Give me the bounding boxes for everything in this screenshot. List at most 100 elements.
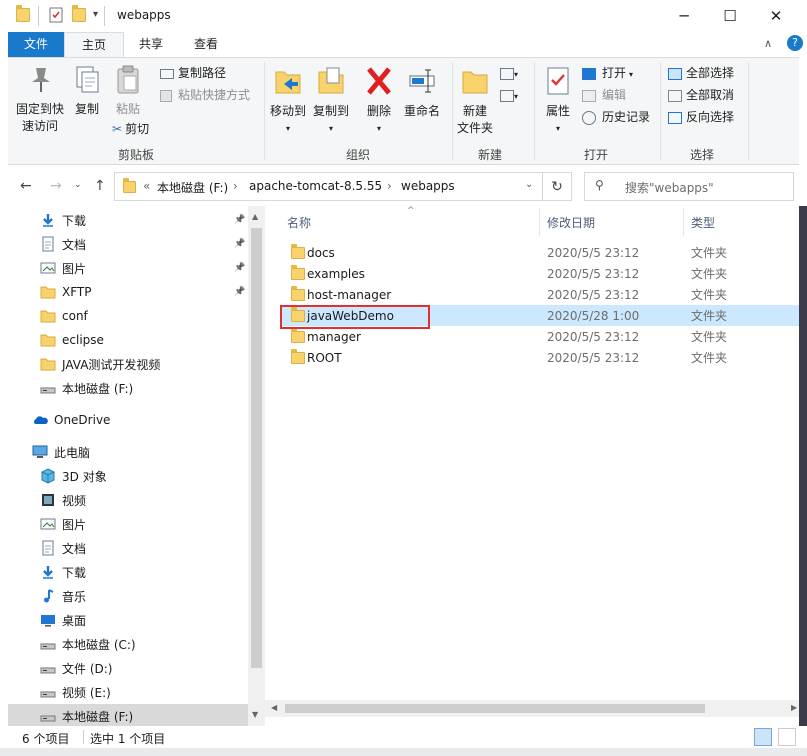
new-folder-quick-icon[interactable] (72, 5, 86, 25)
collapse-ribbon-icon[interactable]: ∧ (764, 37, 772, 50)
chevron-down-icon: ▾ (629, 70, 634, 79)
column-header-type[interactable]: 类型 (691, 214, 715, 231)
paste-shortcut-button[interactable]: 粘贴快捷方式 (160, 84, 250, 106)
nav-pc-item-1[interactable]: 视频 (8, 488, 248, 512)
column-header-name[interactable]: 名称 (287, 214, 311, 231)
close-button[interactable]: ✕ (753, 0, 799, 32)
nav-pc-item-2[interactable]: 图片 (8, 512, 248, 536)
easy-access-button[interactable]: ▾ (500, 84, 518, 106)
breadcrumb-overflow[interactable]: « (143, 179, 150, 193)
nav-pc-item-3[interactable]: 文档 (8, 536, 248, 560)
nav-quick-item-6[interactable]: JAVA测试开发视频 (8, 352, 248, 376)
file-type: 文件夹 (691, 267, 728, 281)
select-all-label: 全部选择 (686, 66, 735, 80)
invert-selection-label: 反向选择 (686, 110, 735, 124)
copy-path-button[interactable]: 复制路径 (160, 62, 226, 84)
file-row[interactable]: manager 2020/5/5 23:12 文件夹 (281, 326, 805, 347)
file-date: 2020/5/5 23:12 (547, 245, 640, 260)
invert-selection-button[interactable]: 反向选择 (668, 106, 734, 128)
tab-view[interactable]: 查看 (178, 32, 234, 57)
search-box[interactable]: ⚲ 搜索"webapps" (584, 172, 794, 201)
nav-pc-item-7[interactable]: 本地磁盘 (C:) (8, 632, 248, 656)
pin-icon[interactable]: 📌 (234, 287, 245, 297)
tab-share[interactable]: 共享 (124, 32, 178, 57)
tab-home[interactable]: 主页 (64, 32, 124, 57)
new-folder-button[interactable]: 新建 文件夹 (454, 64, 496, 137)
nav-pc-item-8[interactable]: 文件 (D:) (8, 656, 248, 680)
edit-button[interactable]: 编辑 (582, 84, 626, 106)
file-row[interactable]: docs 2020/5/5 23:12 文件夹 (281, 242, 805, 263)
recent-locations-icon[interactable]: ⌄ (74, 180, 82, 190)
file-row[interactable]: examples 2020/5/5 23:12 文件夹 (281, 263, 805, 284)
help-icon[interactable]: ? (787, 35, 803, 51)
details-view-icon[interactable] (754, 728, 772, 746)
properties-button[interactable]: 属性 ▾ (538, 64, 578, 137)
breadcrumb-webapps[interactable]: webapps (401, 179, 455, 193)
pin-icon[interactable]: 📌 (234, 239, 245, 249)
new-item-button[interactable]: ▾ (500, 62, 518, 84)
scroll-down-icon[interactable]: ▼ (252, 710, 258, 719)
nav-scroll-thumb[interactable] (251, 228, 262, 668)
nav-pc-item-9[interactable]: 视频 (E:) (8, 680, 248, 704)
back-button[interactable]: ← (20, 178, 32, 194)
nav-quick-item-5[interactable]: eclipse (8, 328, 248, 352)
nav-pc-item-10[interactable]: 本地磁盘 (F:) (8, 704, 248, 726)
address-dropdown-icon[interactable]: ⌄ (525, 179, 533, 190)
pin-icon[interactable]: 📌 (234, 263, 245, 273)
address-bar[interactable]: « 本地磁盘 (F:) › apache-tomcat-8.5.55 › web… (114, 172, 543, 201)
scroll-right-icon[interactable]: ▶ (791, 703, 797, 712)
address-row: ← → ⌄ ↑ « 本地磁盘 (F:) › apache-tomcat-8.5.… (8, 166, 807, 206)
cut-button[interactable]: ✂ 剪切 (112, 118, 149, 140)
file-row[interactable]: ROOT 2020/5/5 23:12 文件夹 (281, 347, 805, 368)
pin-icon[interactable]: 📌 (234, 215, 245, 225)
minimize-button[interactable]: ─ (661, 0, 707, 32)
nav-onedrive[interactable]: OneDrive (8, 408, 248, 432)
column-header-date[interactable]: 修改日期 (547, 214, 595, 231)
copy-button[interactable]: 复制 (70, 64, 104, 118)
open-button[interactable]: 打开 ▾ (582, 62, 633, 84)
pin-quick-access-button[interactable]: 固定到快 速访问 (12, 64, 68, 135)
copy-to-button[interactable]: 复制到 ▾ (310, 64, 352, 137)
paste-button[interactable]: 粘贴 (110, 64, 146, 118)
nav-pc-item-6[interactable]: 桌面 (8, 608, 248, 632)
nav-quick-item-1-label: 文档 (62, 237, 87, 252)
file-row[interactable]: host-manager 2020/5/5 23:12 文件夹 (281, 284, 805, 305)
file-list-scrollbar[interactable]: ◀ ▶ (265, 700, 807, 717)
nav-pc-item-0[interactable]: 3D 对象 (8, 464, 248, 488)
refresh-button[interactable]: ↻ (542, 172, 572, 201)
delete-button[interactable]: 删除 ▾ (362, 64, 396, 137)
nav-quick-item-3[interactable]: XFTP 📌 (8, 280, 248, 304)
nav-pc-item-5[interactable]: 音乐 (8, 584, 248, 608)
breadcrumb-drive[interactable]: 本地磁盘 (F:) (157, 179, 228, 196)
nav-quick-item-1[interactable]: 文档 📌 (8, 232, 248, 256)
properties-quick-icon[interactable] (48, 7, 64, 26)
select-all-button[interactable]: 全部选择 (668, 62, 734, 84)
nav-quick-item-0[interactable]: 下载 📌 (8, 208, 248, 232)
nav-quick-item-7[interactable]: 本地磁盘 (F:) (8, 376, 248, 400)
nav-pc-item-4-label: 下载 (62, 565, 87, 580)
breadcrumb-tomcat[interactable]: apache-tomcat-8.5.55 (249, 179, 382, 193)
rename-button[interactable]: 重命名 (400, 64, 444, 120)
move-to-button[interactable]: 移动到 ▾ (268, 64, 308, 137)
file-list-scroll-thumb[interactable] (285, 704, 705, 713)
nav-quick-item-2[interactable]: 图片 📌 (8, 256, 248, 280)
select-group-label: 选择 (689, 148, 714, 162)
nav-quick-item-4[interactable]: conf (8, 304, 248, 328)
scroll-up-icon[interactable]: ▲ (252, 212, 258, 221)
up-button[interactable]: ↑ (94, 178, 106, 194)
nav-scrollbar[interactable]: ▲ ▼ (248, 206, 265, 726)
tab-file[interactable]: 文件 (8, 32, 64, 57)
customize-quick-access-icon[interactable]: ▾ (93, 9, 98, 20)
folder-icon (40, 356, 56, 372)
large-icons-view-icon[interactable] (778, 728, 796, 746)
maximize-button[interactable]: ☐ (707, 0, 753, 32)
nav-this-pc[interactable]: 此电脑 (8, 440, 248, 464)
forward-button[interactable]: → (50, 178, 62, 194)
divider (534, 62, 535, 160)
scroll-left-icon[interactable]: ◀ (271, 703, 277, 712)
delete-label: 删除 (366, 104, 391, 118)
select-none-button[interactable]: 全部取消 (668, 84, 734, 106)
history-icon (582, 110, 596, 125)
nav-pc-item-4[interactable]: 下载 (8, 560, 248, 584)
history-button[interactable]: 历史记录 (582, 106, 650, 128)
